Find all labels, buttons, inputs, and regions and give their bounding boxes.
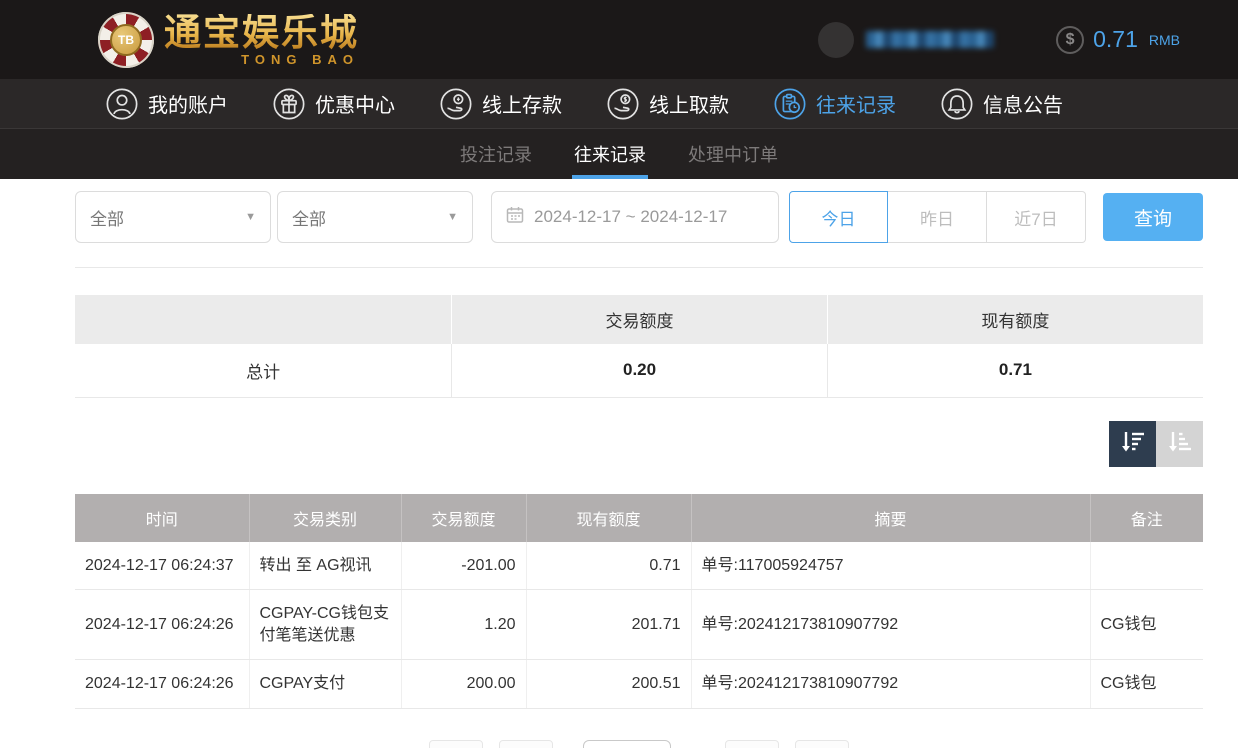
wallet-balance[interactable]: $ 0.71 RMB [1056,26,1180,54]
balance-currency: RMB [1149,32,1180,48]
col-header-summary: 摘要 [691,494,1090,542]
user-icon [105,87,139,121]
cell-summary: 单号:202412173810907792 [691,590,1090,660]
withdraw-hand-icon [606,87,640,121]
table-row: 2024-12-17 06:24:26 CGPAY支付 200.00 200.5… [75,660,1203,709]
chevron-down-icon: ▼ [245,211,256,223]
cell-amount: 200.00 [401,660,526,709]
last-page-button[interactable]: ▶▶ [795,740,849,748]
tab-transaction-records[interactable]: 往来记录 [572,129,648,179]
search-button[interactable]: 查询 [1103,193,1203,241]
bell-icon [940,87,974,121]
yesterday-button[interactable]: 昨日 [888,191,987,243]
nav-item-announcements[interactable]: 信息公告 [940,87,1063,121]
category-select[interactable]: 全部 ▼ [277,191,473,243]
summary-header-empty [75,295,452,344]
first-page-button[interactable]: ◀◀ [429,740,483,748]
gift-icon [272,87,306,121]
type-select[interactable]: 全部 ▼ [75,191,271,243]
calendar-icon [505,205,525,230]
table-row: 2024-12-17 06:24:37 转出 至 AG视讯 -201.00 0.… [75,542,1203,590]
col-header-note: 备注 [1090,494,1203,542]
balance-amount: 0.71 [1093,26,1138,53]
cell-note: CG钱包 [1090,590,1203,660]
pagination: ◀◀ ◀ 1 /1 ▶ ▶▶ [75,740,1203,748]
summary-table: 交易额度 现有额度 总计 0.20 0.71 [75,295,1203,398]
transactions-table: 时间 交易类别 交易额度 现有额度 摘要 备注 2024-12-17 06:24… [75,494,1203,709]
content-area: 全部 ▼ 全部 ▼ 2024-12-17 ~ 2024-12-17 今日 昨日 … [75,191,1203,748]
section-divider [75,267,1203,268]
cell-amount: -201.00 [401,542,526,590]
nav-item-transaction-records[interactable]: 往来记录 [773,87,896,121]
brand-subtitle: TONG BAO [164,53,359,66]
cell-type: CGPAY支付 [249,660,401,709]
main-nav: 我的账户 优惠中心 线上存款 线上取款 [0,79,1238,128]
user-avatar[interactable] [818,22,854,58]
cell-balance: 0.71 [526,542,691,590]
quick-date-group: 今日 昨日 近7日 [789,191,1086,243]
summary-header-row: 交易额度 现有额度 [75,295,1203,344]
cell-type: CGPAY-CG钱包支付笔笔送优惠 [249,590,401,660]
summary-total-row: 总计 0.20 0.71 [75,344,1203,397]
sort-ascending-icon [1166,428,1194,459]
next-page-button[interactable]: ▶ [725,740,779,748]
date-range-input[interactable]: 2024-12-17 ~ 2024-12-17 [491,191,779,243]
cell-balance: 200.51 [526,660,691,709]
cell-summary: 单号:117005924757 [691,542,1090,590]
col-header-type: 交易类别 [249,494,401,542]
cell-summary: 单号:202412173810907792 [691,660,1090,709]
summary-header-transaction-amount: 交易额度 [452,295,828,344]
cell-time: 2024-12-17 06:24:26 [75,590,249,660]
poker-chip-logo-icon: TB [98,12,154,68]
cell-balance: 201.71 [526,590,691,660]
cell-time: 2024-12-17 06:24:37 [75,542,249,590]
date-range-value: 2024-12-17 ~ 2024-12-17 [534,207,727,227]
deposit-hand-icon [439,87,473,121]
page-select[interactable]: 1 [583,740,671,748]
chip-monogram: TB [110,24,142,56]
col-header-amount: 交易额度 [401,494,526,542]
summary-total-label: 总计 [75,344,452,397]
nav-item-promotions[interactable]: 优惠中心 [272,87,395,121]
cell-note [1090,542,1203,590]
sub-nav: 投注记录 往来记录 处理中订单 [0,128,1238,179]
brand-title: 通宝娱乐城 [164,14,359,51]
tab-pending-orders[interactable]: 处理中订单 [686,129,780,179]
sort-descending-button[interactable] [1109,421,1156,467]
filter-row: 全部 ▼ 全部 ▼ 2024-12-17 ~ 2024-12-17 今日 昨日 … [75,191,1203,243]
cell-type: 转出 至 AG视讯 [249,542,401,590]
summary-header-current-amount: 现有额度 [827,295,1203,344]
col-header-time: 时间 [75,494,249,542]
records-clipboard-icon [773,87,807,121]
last7days-button[interactable]: 近7日 [987,191,1086,243]
today-button[interactable]: 今日 [789,191,888,243]
summary-current-amount: 0.71 [827,344,1203,397]
dollar-circle-icon: $ [1056,26,1084,54]
cell-time: 2024-12-17 06:24:26 [75,660,249,709]
table-header-row: 时间 交易类别 交易额度 现有额度 摘要 备注 [75,494,1203,542]
category-select-value: 全部 [292,205,326,230]
top-header: TB 通宝娱乐城 TONG BAO $ 0.71 RMB [0,0,1238,79]
tab-betting-records[interactable]: 投注记录 [458,129,534,179]
brand-logo[interactable]: TB 通宝娱乐城 TONG BAO [98,12,359,68]
cell-note: CG钱包 [1090,660,1203,709]
nav-item-withdraw[interactable]: 线上取款 [606,87,729,121]
cell-amount: 1.20 [401,590,526,660]
prev-page-button[interactable]: ◀ [499,740,553,748]
page-total-label: /1 [679,740,695,748]
nav-item-my-account[interactable]: 我的账户 [105,87,228,121]
chevron-down-icon: ▼ [447,211,458,223]
summary-transaction-amount: 0.20 [452,344,828,397]
sort-descending-icon [1119,428,1147,459]
col-header-balance: 现有额度 [526,494,691,542]
username-redacted [866,31,994,48]
table-row: 2024-12-17 06:24:26 CGPAY-CG钱包支付笔笔送优惠 1.… [75,590,1203,660]
sort-controls [75,421,1203,467]
sort-ascending-button[interactable] [1156,421,1203,467]
nav-item-deposit[interactable]: 线上存款 [439,87,562,121]
type-select-value: 全部 [90,205,124,230]
